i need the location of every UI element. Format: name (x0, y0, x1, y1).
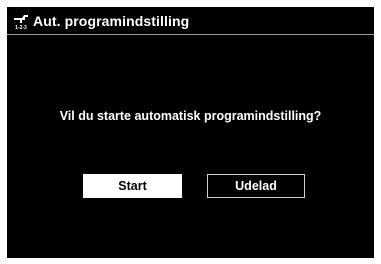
dialog-question: Vil du starte automatisk programindstill… (59, 109, 322, 123)
header-bar: 1-2-3 Aut. programindstilling (7, 7, 374, 35)
skip-button[interactable]: Udelad (207, 174, 305, 198)
skip-button-label: Udelad (235, 179, 277, 193)
setup-wrench-icon: 1-2-3 (11, 11, 31, 31)
start-button-label: Start (118, 179, 147, 193)
start-button[interactable]: Start (83, 174, 182, 198)
page-title: Aut. programindstilling (33, 12, 190, 29)
tv-setup-screen: 1-2-3 Aut. programindstilling Vil du sta… (7, 7, 374, 258)
setup-icon-caption: 1-2-3 (15, 25, 27, 31)
